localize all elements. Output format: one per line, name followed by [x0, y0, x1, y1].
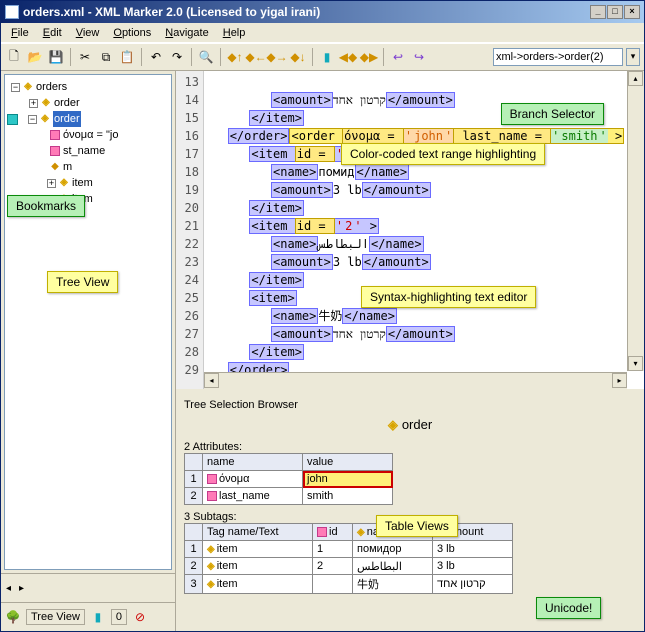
nav-left-icon[interactable]: ◆←	[247, 48, 265, 66]
cut-icon[interactable]: ✂	[76, 48, 94, 66]
minimize-button[interactable]: _	[590, 5, 606, 19]
callout-syntax-editor: Syntax-highlighting text editor	[361, 286, 536, 308]
bookmark-set-icon[interactable]: ▮	[318, 48, 336, 66]
bookmark-icon	[7, 114, 18, 125]
attributes-label: 2 Attributes:	[184, 441, 636, 453]
scroll-down-icon[interactable]: ▾	[628, 356, 643, 371]
left-statusbar: ◂ ▸ 🌳 Tree View ▮ 0 ⊘	[1, 573, 175, 631]
callout-color-highlight: Color-coded text range highlighting	[341, 143, 545, 165]
nav-down-icon[interactable]: ◆↓	[289, 48, 307, 66]
tree-node-item1[interactable]: +◈item	[7, 175, 169, 191]
arrow-left-icon[interactable]: ◂	[4, 583, 13, 594]
scroll-up-icon[interactable]: ▴	[628, 71, 643, 86]
menu-help[interactable]: Help	[217, 25, 252, 41]
tree-root[interactable]: −◈orders	[7, 79, 169, 95]
callout-bookmarks: Bookmarks	[7, 195, 85, 217]
error-icon[interactable]: ⊘	[131, 608, 149, 626]
save-icon[interactable]: 💾	[47, 48, 65, 66]
copy-icon[interactable]: ⧉	[97, 48, 115, 66]
table-row[interactable]: 1όνομαjohn	[185, 471, 393, 488]
tree-node-order1[interactable]: +◈order	[7, 95, 169, 111]
dropdown-icon[interactable]: ▾	[626, 48, 640, 66]
tree-icon[interactable]: 🌳	[4, 608, 22, 626]
window-title: orders.xml - XML Marker 2.0 (Licensed to…	[23, 5, 320, 19]
editor-hscrollbar[interactable]: ◂ ▸	[204, 372, 627, 389]
nav-up-icon[interactable]: ◆↑	[226, 48, 244, 66]
order-icon: ◈	[388, 417, 398, 432]
branch-selector-input[interactable]	[493, 48, 623, 66]
maximize-button[interactable]: □	[607, 5, 623, 19]
menu-edit[interactable]: Edit	[37, 25, 68, 41]
branch-selector[interactable]: ▾	[493, 48, 640, 66]
nav-right-icon[interactable]: ◆→	[268, 48, 286, 66]
table-row[interactable]: 2last_namesmith	[185, 488, 393, 505]
table-row[interactable]: 3◈item牛奶קרטון אחד	[185, 575, 513, 594]
status-zero: 0	[111, 609, 127, 625]
nav-next-icon[interactable]: ◆▶	[360, 48, 378, 66]
scroll-right-icon[interactable]: ▸	[612, 373, 627, 388]
close-button[interactable]: ×	[624, 5, 640, 19]
callout-branch-selector: Branch Selector	[501, 103, 604, 125]
toolbar: 🗋 📂 💾 ✂ ⧉ 📋 ↶ ↷ 🔍 ◆↑ ◆← ◆→ ◆↓ ▮ ◀◆ ◆▶ ↩ …	[1, 43, 644, 71]
tsb-title: Tree Selection Browser	[184, 399, 636, 411]
tree-selection-browser: Tree Selection Browser ◈order 2 Attribut…	[176, 393, 644, 631]
app-icon	[5, 5, 19, 19]
table-row[interactable]: 2◈item2البطاطس3 lb	[185, 558, 513, 575]
tree-node-m[interactable]: ◆m	[7, 159, 169, 175]
line-gutter: 1314151617181920212223242526272829	[176, 71, 204, 389]
forward-icon[interactable]: ↪	[410, 48, 428, 66]
table-row[interactable]: 1◈item1помидор3 lb	[185, 541, 513, 558]
bookmark-status-icon: ▮	[89, 608, 107, 626]
tree-panel: −◈orders +◈order −◈order όνομα = "jo st_…	[4, 74, 172, 570]
titlebar[interactable]: orders.xml - XML Marker 2.0 (Licensed to…	[1, 1, 644, 23]
menu-view[interactable]: View	[70, 25, 106, 41]
back-icon[interactable]: ↩	[389, 48, 407, 66]
find-icon[interactable]: 🔍	[197, 48, 215, 66]
arrow-right-icon[interactable]: ▸	[17, 583, 26, 594]
editor-vscrollbar[interactable]: ▴ ▾	[627, 71, 644, 371]
tree-node-attr-onoma[interactable]: όνομα = "jo	[7, 127, 169, 143]
tree-node-order2[interactable]: −◈order	[7, 111, 169, 127]
menubar: File Edit View Options Navigate Help	[1, 23, 644, 43]
callout-unicode: Unicode!	[536, 597, 601, 619]
menu-navigate[interactable]: Navigate	[159, 25, 214, 41]
callout-tree-view: Tree View	[47, 271, 118, 293]
redo-icon[interactable]: ↷	[168, 48, 186, 66]
new-icon[interactable]: 🗋	[5, 48, 23, 66]
subtags-table: Tag name/Text id ◈name ◈amount 1◈item1по…	[184, 523, 513, 594]
menu-options[interactable]: Options	[107, 25, 157, 41]
menu-file[interactable]: File	[5, 25, 35, 41]
tsb-heading: ◈order	[184, 417, 636, 433]
undo-icon[interactable]: ↶	[147, 48, 165, 66]
scroll-left-icon[interactable]: ◂	[204, 373, 219, 388]
paste-icon[interactable]: 📋	[118, 48, 136, 66]
editor-pane: 1314151617181920212223242526272829 <amou…	[176, 71, 644, 393]
attributes-table: namevalue 1όνομαjohn 2last_namesmith	[184, 453, 393, 505]
status-tree-view: Tree View	[26, 609, 85, 625]
callout-table-views: Table Views	[376, 515, 458, 537]
nav-prev-icon[interactable]: ◀◆	[339, 48, 357, 66]
tree-node-attr-lastname[interactable]: st_name	[7, 143, 169, 159]
open-icon[interactable]: 📂	[26, 48, 44, 66]
